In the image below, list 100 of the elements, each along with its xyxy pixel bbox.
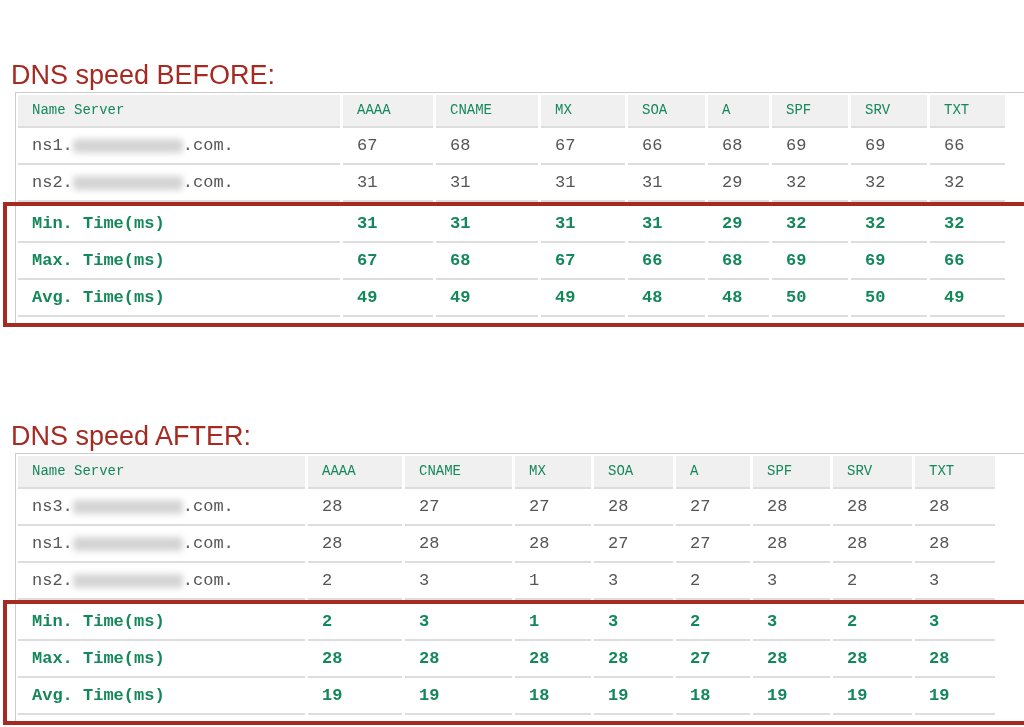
- table-cell: 19: [405, 678, 512, 715]
- table-cell: 28: [308, 489, 402, 526]
- table-cell: 69: [772, 128, 848, 165]
- table-cell: 69: [772, 243, 848, 280]
- table-cell: 32: [772, 165, 848, 202]
- server-name-text: .com.: [182, 532, 234, 555]
- table-cell: 69: [851, 128, 927, 165]
- server-name-text: ns3.: [32, 495, 73, 518]
- table-cell: 31: [343, 206, 433, 243]
- table-cell: 31: [541, 165, 625, 202]
- server-name-text: ns1.: [32, 134, 73, 157]
- server-name-text: .com.: [182, 134, 234, 157]
- table-cell: 28: [753, 641, 830, 678]
- table-cell: 31: [628, 206, 705, 243]
- table-cell: 32: [851, 165, 927, 202]
- table-cell: 27: [405, 489, 512, 526]
- column-header: AAAA: [308, 456, 402, 489]
- table-cell: 32: [930, 165, 1005, 202]
- row-label: Min. Time(ms): [18, 604, 305, 641]
- table-cell: 28: [405, 641, 512, 678]
- table-cell: 28: [308, 526, 402, 563]
- table-cell: 28: [833, 526, 912, 563]
- table-cell: 27: [515, 489, 591, 526]
- table-cell: 67: [541, 128, 625, 165]
- table-cell: 69: [851, 243, 927, 280]
- row-label: Max. Time(ms): [18, 641, 305, 678]
- table-cell: 49: [343, 280, 433, 317]
- column-header: SOA: [628, 95, 705, 128]
- row-label: Max. Time(ms): [18, 243, 340, 280]
- table-cell: 50: [772, 280, 848, 317]
- table-cell: 3: [594, 604, 673, 641]
- table-cell: 67: [343, 128, 433, 165]
- table-cell: 49: [436, 280, 538, 317]
- table-cell: 3: [915, 563, 995, 600]
- table-cell: 28: [594, 641, 673, 678]
- table-cell: 67: [343, 243, 433, 280]
- table-cell: 68: [436, 243, 538, 280]
- row-label: Avg. Time(ms): [18, 678, 305, 715]
- table-cell: 68: [708, 243, 769, 280]
- table-cell: 66: [930, 243, 1005, 280]
- table-cell: 18: [676, 678, 750, 715]
- table-cell: 32: [930, 206, 1005, 243]
- table-cell: 19: [594, 678, 673, 715]
- table-cell: 18: [515, 678, 591, 715]
- table-cell: 19: [308, 678, 402, 715]
- column-header: A: [676, 456, 750, 489]
- table-cell: 31: [628, 165, 705, 202]
- column-header: SRV: [851, 95, 927, 128]
- column-header: Name Server: [18, 95, 340, 128]
- section-heading: DNS speed BEFORE:: [11, 59, 277, 92]
- table-cell: 31: [436, 206, 538, 243]
- table-cell: 2: [833, 604, 912, 641]
- table-cell: 1: [515, 563, 591, 600]
- column-header: TXT: [915, 456, 995, 489]
- column-header: MX: [541, 95, 625, 128]
- row-label: Avg. Time(ms): [18, 280, 340, 317]
- table-cell: 49: [541, 280, 625, 317]
- column-header: MX: [515, 456, 591, 489]
- table-cell: 32: [772, 206, 848, 243]
- table-cell: 31: [343, 165, 433, 202]
- server-name-text: ns2.: [32, 569, 73, 592]
- server-name-text: ns1.: [32, 532, 73, 555]
- table-cell: 29: [708, 206, 769, 243]
- table-cell: 28: [753, 489, 830, 526]
- table-cell: 1: [515, 604, 591, 641]
- table-cell: 68: [436, 128, 538, 165]
- table-cell: 27: [594, 526, 673, 563]
- column-header: SPF: [772, 95, 848, 128]
- table-cell: 19: [833, 678, 912, 715]
- table-cell: 29: [708, 165, 769, 202]
- table-cell: 3: [915, 604, 995, 641]
- table-cell: 66: [628, 243, 705, 280]
- column-header: CNAME: [436, 95, 538, 128]
- table-cell: 28: [833, 641, 912, 678]
- row-label: Min. Time(ms): [18, 206, 340, 243]
- table-cell: 28: [405, 526, 512, 563]
- table-cell: 2: [676, 563, 750, 600]
- table-cell: 2: [676, 604, 750, 641]
- column-header: TXT: [930, 95, 1005, 128]
- table-cell: 27: [676, 489, 750, 526]
- column-header: SOA: [594, 456, 673, 489]
- table-cell: 31: [436, 165, 538, 202]
- table-cell: 27: [676, 641, 750, 678]
- table-cell: 2: [833, 563, 912, 600]
- column-header: SPF: [753, 456, 830, 489]
- table-cell: 28: [915, 641, 995, 678]
- table-cell: 32: [851, 206, 927, 243]
- table-cell: 49: [930, 280, 1005, 317]
- column-header: Name Server: [18, 456, 305, 489]
- table-cell: 48: [628, 280, 705, 317]
- table-cell: 19: [753, 678, 830, 715]
- server-name-text: .com.: [182, 171, 234, 194]
- table-cell: 3: [405, 563, 512, 600]
- table-cell: 19: [915, 678, 995, 715]
- table-cell: 28: [515, 641, 591, 678]
- table-cell: 28: [833, 489, 912, 526]
- server-name-text: .com.: [182, 495, 234, 518]
- table-cell: 28: [308, 641, 402, 678]
- table-cell: 3: [753, 563, 830, 600]
- table-cell: 66: [628, 128, 705, 165]
